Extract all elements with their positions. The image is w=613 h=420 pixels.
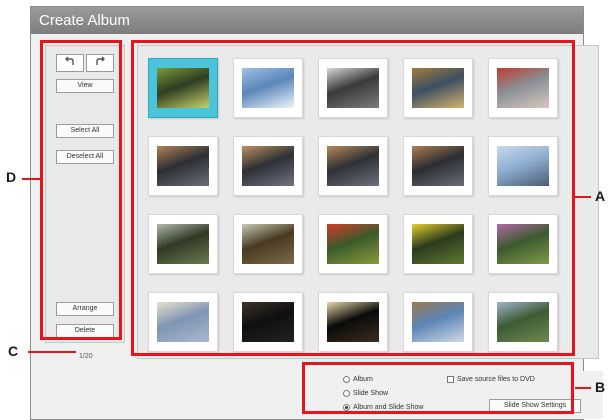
callout-frame-b (302, 362, 574, 414)
callout-leader-b (575, 387, 591, 389)
callout-frame-d (40, 40, 122, 340)
callout-leader-d (22, 178, 40, 180)
photo-count: 1/20 (79, 353, 93, 360)
callout-leader-c (28, 351, 76, 353)
window-title: Create Album (31, 7, 583, 34)
callout-frame-a (131, 40, 575, 356)
callout-label-c: C (8, 343, 19, 359)
callout-leader-a (575, 196, 591, 198)
callout-label-a: A (595, 188, 606, 204)
callout-label-b: B (595, 379, 606, 395)
callout-label-d: D (6, 169, 17, 185)
